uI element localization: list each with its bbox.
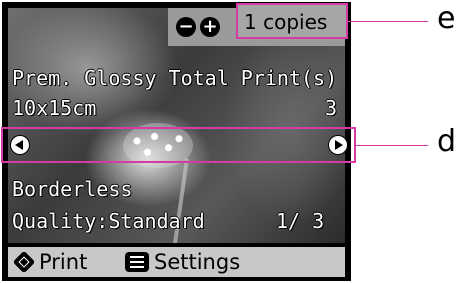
print-label[interactable]: Print <box>39 250 87 274</box>
layout-label: Borderless <box>12 177 133 201</box>
photo-preview: − + Prem. Glossy Total Print(s) 10x15cm … <box>8 8 345 243</box>
left-arrow-icon[interactable] <box>11 136 29 154</box>
paper-type-label: Prem. Glossy Total Print(s) <box>12 66 337 90</box>
plus-icon[interactable]: + <box>200 17 220 37</box>
copies-count: 1 copies <box>244 10 328 34</box>
print-icon[interactable] <box>12 250 36 274</box>
callout-d-line <box>355 145 428 146</box>
copies-field[interactable]: 1 copies <box>236 3 348 39</box>
right-arrow-icon[interactable] <box>329 136 347 154</box>
callout-e-line <box>348 21 428 22</box>
settings-label[interactable]: Settings <box>154 250 240 274</box>
total-count: 3 <box>325 96 338 120</box>
page-indicator: 1/ 3 <box>276 209 325 233</box>
paper-type: Prem. Glossy <box>12 66 157 90</box>
callout-e-label: e <box>437 1 456 36</box>
minus-icon[interactable]: − <box>176 17 196 37</box>
bottom-bar: Print Settings <box>8 247 345 277</box>
settings-icon[interactable] <box>125 252 149 272</box>
navigation-bar <box>1 127 356 163</box>
callout-d-label: d <box>437 124 457 159</box>
paper-size: 10x15cm <box>12 96 97 120</box>
quality-label: Quality:Standard <box>12 209 205 233</box>
total-prints-label: Total Print(s) <box>168 66 338 90</box>
